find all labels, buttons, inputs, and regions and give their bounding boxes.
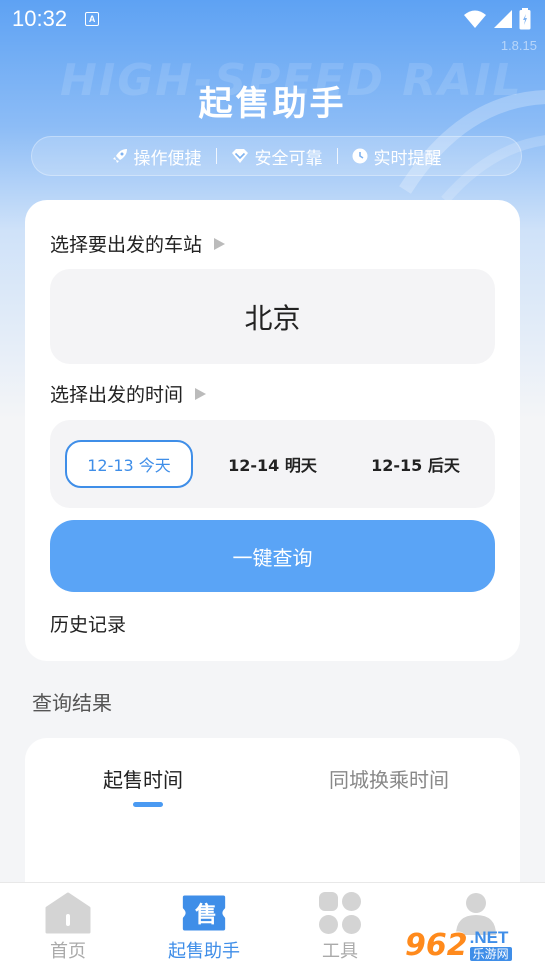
triangle-right-icon bbox=[195, 387, 207, 400]
tab-tools[interactable]: 工具 bbox=[272, 883, 408, 970]
home-icon bbox=[45, 891, 91, 935]
time-section-label: 选择出发的时间 bbox=[50, 380, 207, 407]
station-selector[interactable]: 北京 bbox=[50, 269, 495, 364]
time-label-text: 选择出发的时间 bbox=[50, 384, 184, 406]
tab-transfer-time[interactable]: 同城换乘时间 bbox=[329, 764, 449, 793]
results-title: 查询结果 bbox=[32, 691, 112, 715]
feature-bar: 操作便捷 安全可靠 实时提醒 bbox=[31, 136, 522, 176]
rocket-icon bbox=[112, 149, 127, 163]
ticket-icon: 售 bbox=[181, 891, 227, 935]
history-link[interactable]: 历史记录 bbox=[50, 610, 126, 637]
station-label-text: 选择要出发的车站 bbox=[50, 234, 203, 256]
app-title: 起售助手 bbox=[198, 84, 347, 124]
tab-label: 工具 bbox=[322, 941, 358, 962]
date-selector: 12-13 今天 12-14 明天 12-15 后天 bbox=[50, 420, 495, 508]
tab-label: 首页 bbox=[50, 941, 86, 962]
watermark-net: .NET bbox=[469, 928, 509, 947]
divider bbox=[215, 148, 217, 164]
wifi-icon bbox=[464, 10, 486, 28]
tab-sale-time[interactable]: 起售时间 bbox=[103, 764, 183, 793]
date-option-today[interactable]: 12-13 今天 bbox=[65, 440, 193, 488]
search-card: 选择要出发的车站 北京 选择出发的时间 12-13 今天 12-14 明天 12… bbox=[25, 200, 520, 661]
triangle-right-icon bbox=[214, 237, 226, 250]
feature-label: 操作便捷 bbox=[133, 148, 202, 169]
notification-a-icon: A bbox=[85, 12, 100, 26]
tab-label: 起售助手 bbox=[168, 941, 240, 962]
query-button[interactable]: 一键查询 bbox=[50, 520, 495, 592]
feature-label: 安全可靠 bbox=[254, 148, 323, 169]
feature-safe: 安全可靠 bbox=[231, 144, 323, 169]
ticket-icon-text: 售 bbox=[194, 903, 217, 928]
feature-label: 实时提醒 bbox=[373, 148, 442, 169]
status-time: 10:32 bbox=[12, 6, 68, 31]
feature-easy: 操作便捷 bbox=[112, 144, 202, 169]
divider bbox=[336, 148, 338, 164]
tools-icon bbox=[317, 891, 363, 935]
feature-remind: 实时提醒 bbox=[352, 144, 442, 169]
tab-sale-assistant[interactable]: 售 起售助手 bbox=[136, 883, 272, 970]
date-option-tomorrow[interactable]: 12-14 明天 bbox=[210, 440, 335, 488]
clock-icon bbox=[352, 148, 367, 164]
tab-home[interactable]: 首页 bbox=[0, 883, 136, 970]
watermark-cn: 乐游网 bbox=[469, 947, 512, 961]
signal-icon bbox=[494, 10, 512, 28]
battery-icon bbox=[519, 8, 531, 30]
status-bar: 10:32 A bbox=[0, 0, 545, 38]
station-section-label: 选择要出发的车站 bbox=[50, 230, 226, 257]
version-label: 1.8.15 bbox=[500, 38, 537, 53]
date-option-day-after[interactable]: 12-15 后天 bbox=[353, 440, 478, 488]
diamond-icon bbox=[231, 149, 248, 163]
active-tab-indicator bbox=[133, 802, 163, 807]
site-watermark: 962 .NET 乐游网 bbox=[405, 920, 545, 970]
watermark-number: 962 bbox=[405, 927, 468, 963]
